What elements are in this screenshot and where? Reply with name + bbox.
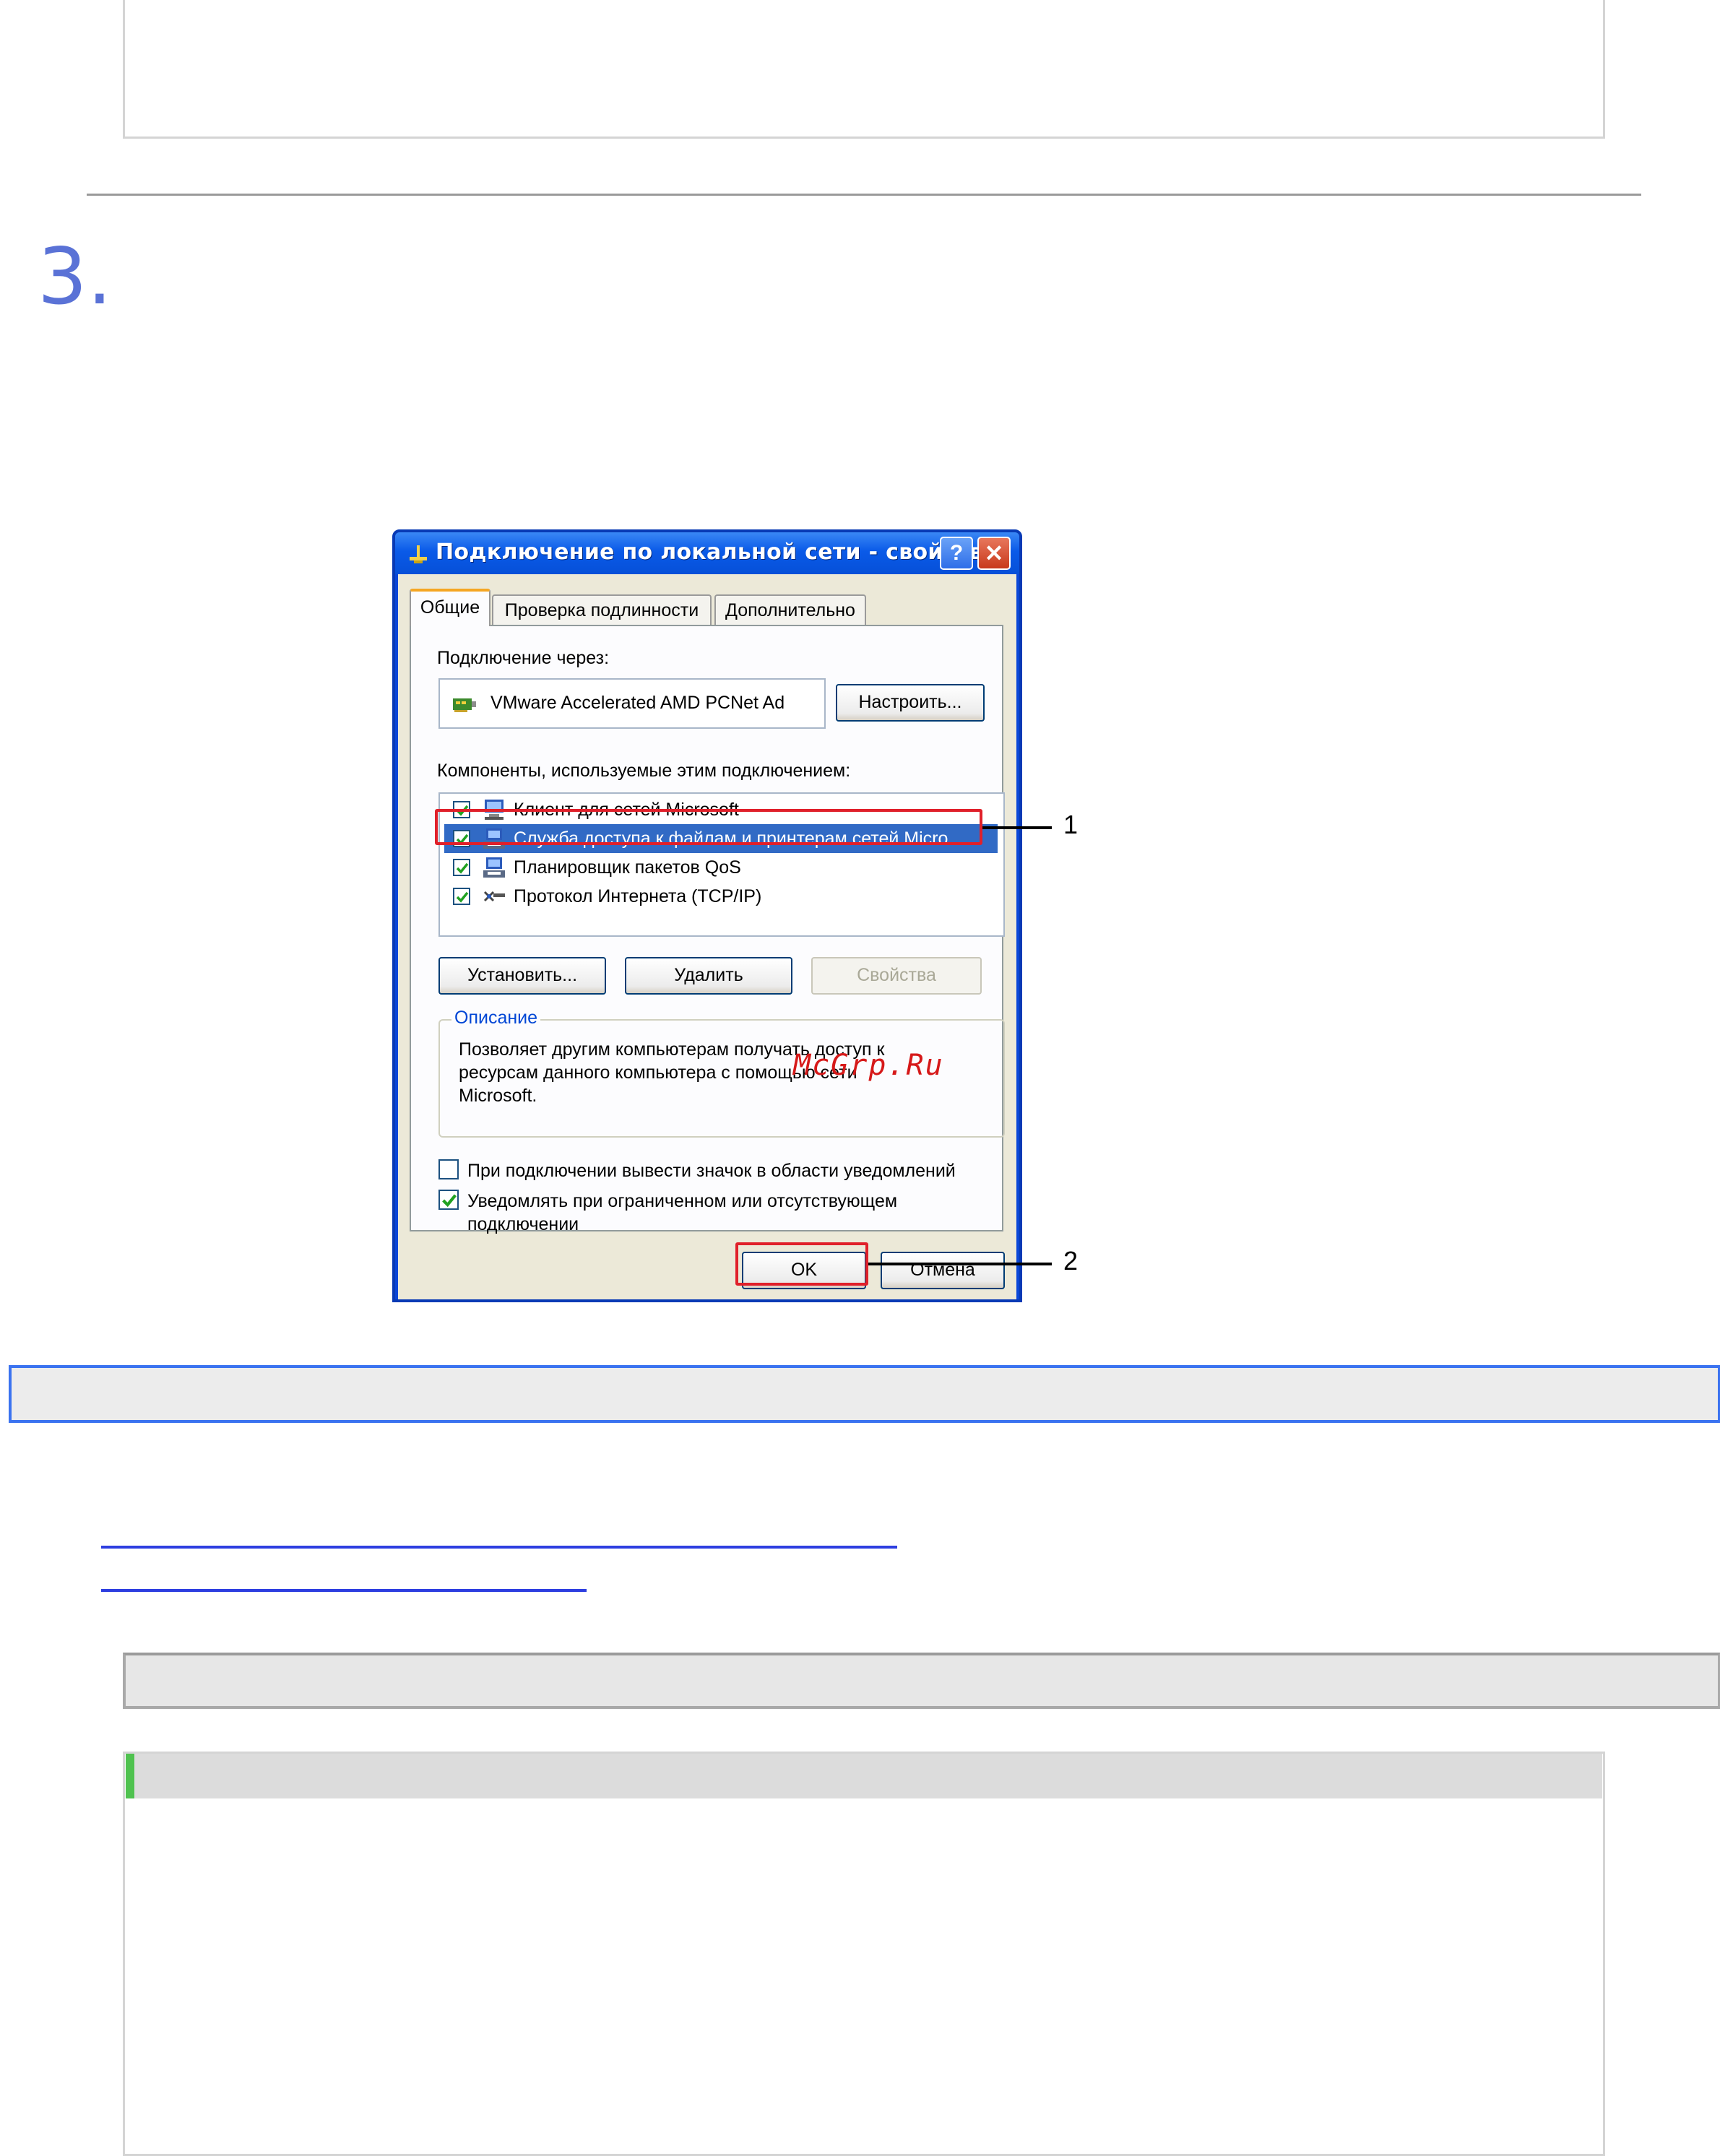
checkmark-icon	[456, 862, 469, 874]
component-checkbox[interactable]	[453, 888, 470, 905]
network-adapter-icon	[453, 698, 476, 712]
link-underline-2[interactable]	[101, 1589, 587, 1592]
callout-number-2: 2	[1063, 1246, 1079, 1276]
callout-line-2	[868, 1263, 1052, 1265]
list-item[interactable]: Протокол Интернета (TCP/IP)	[444, 882, 998, 911]
adapter-field: VMware Accelerated AMD PCNet Ad	[438, 678, 826, 729]
configure-button[interactable]: Настроить...	[836, 684, 985, 722]
top-content-box	[123, 0, 1605, 139]
show-icon-label: При подключении вывести значок в области…	[467, 1161, 956, 1181]
close-button[interactable]: ✕	[977, 537, 1011, 570]
cancel-button[interactable]: Отмена	[881, 1252, 1005, 1289]
callout-frame-1	[435, 809, 982, 845]
tab-general[interactable]: Общие	[410, 589, 490, 626]
components-label: Компоненты, используемые этим подключени…	[437, 761, 851, 781]
component-checkbox[interactable]	[453, 859, 470, 876]
adapter-name: VMware Accelerated AMD PCNet Ad	[490, 693, 785, 713]
callout-number-1: 1	[1063, 810, 1079, 839]
info-bar	[9, 1365, 1720, 1423]
link-underline-1[interactable]	[101, 1546, 897, 1549]
description-title: Описание	[451, 1008, 541, 1029]
show-icon-checkbox[interactable]	[438, 1159, 459, 1179]
bottom-box-accent	[126, 1754, 134, 1798]
horizontal-divider	[87, 194, 1641, 196]
checkmark-icon	[442, 1194, 457, 1208]
checkmark-icon	[456, 891, 469, 903]
dialog-titlebar[interactable]: Подключение по локальной сети - свойства…	[395, 532, 1019, 574]
tab-authentication[interactable]: Проверка подлинности	[492, 594, 712, 626]
properties-button[interactable]: Свойства	[811, 957, 982, 995]
section-bar	[123, 1653, 1720, 1709]
network-protocol-icon	[483, 891, 505, 902]
uninstall-button[interactable]: Удалить	[625, 957, 792, 995]
dialog-title: Подключение по локальной сети - свойства	[436, 540, 998, 565]
callout-frame-2	[735, 1242, 868, 1286]
properties-dialog: Подключение по локальной сети - свойства…	[392, 529, 1022, 1302]
component-label: Планировщик пакетов QoS	[514, 857, 741, 878]
connect-using-label: Подключение через:	[437, 648, 610, 668]
tab-advanced[interactable]: Дополнительно	[714, 594, 866, 626]
network-connection-icon	[410, 545, 427, 563]
qos-scheduler-icon	[483, 857, 505, 878]
bottom-box-header	[126, 1754, 1602, 1798]
notify-label: Уведомлять при ограниченном или отсутств…	[467, 1191, 898, 1234]
dialog-client-area: Общие Проверка подлинности Дополнительно…	[398, 574, 1016, 1299]
component-label: Протокол Интернета (TCP/IP)	[514, 886, 762, 906]
install-button[interactable]: Установить...	[438, 957, 606, 995]
tab-panel-general: Подключение через: VMware Accelerated AM…	[410, 625, 1005, 1234]
list-item[interactable]: Планировщик пакетов QoS	[444, 853, 998, 882]
callout-line-1	[982, 826, 1052, 829]
help-button[interactable]: ?	[940, 537, 973, 570]
bottom-content-box	[123, 1752, 1605, 2156]
watermark: McGrp.Ru	[793, 1049, 944, 1082]
notify-checkbox[interactable]	[438, 1190, 459, 1210]
step-number: 3.	[38, 232, 113, 322]
